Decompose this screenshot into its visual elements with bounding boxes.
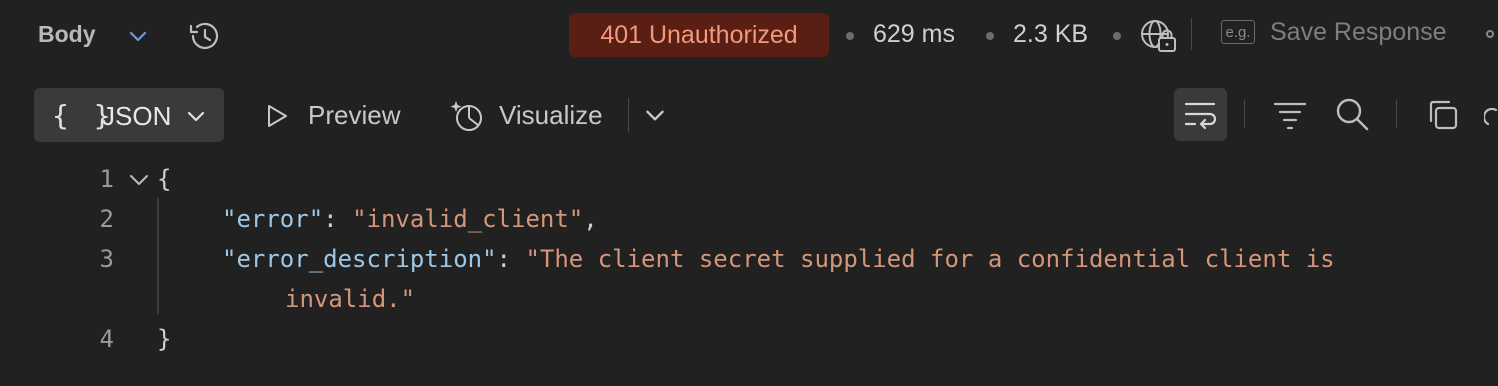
- response-size[interactable]: 2.3 KB: [1013, 20, 1088, 49]
- visualize-label: Visualize: [499, 100, 603, 130]
- line-number: 1: [99, 165, 114, 193]
- visualize-icon: [450, 101, 482, 131]
- json-key: "error": [222, 205, 324, 233]
- history-icon[interactable]: [185, 18, 223, 54]
- globe-lock-icon[interactable]: [1138, 17, 1178, 55]
- response-body-editor[interactable]: 1 { 2 "error": "invalid_client", 3 "erro…: [0, 160, 1498, 386]
- chevron-down-icon[interactable]: [126, 24, 150, 48]
- open-brace: {: [157, 165, 172, 193]
- close-brace: }: [157, 325, 172, 353]
- separator-dot: [986, 32, 994, 40]
- colon: :: [323, 205, 338, 233]
- chevron-down-icon[interactable]: [642, 102, 668, 128]
- divider: [1191, 18, 1192, 50]
- wrap-lines-icon: [1184, 102, 1217, 130]
- format-selector-button[interactable]: { } JSON: [34, 88, 224, 142]
- json-key: "error_description": [222, 245, 497, 273]
- json-value: "invalid_client": [352, 205, 584, 233]
- code-line: "error": "invalid_client",: [222, 205, 598, 233]
- body-tab-label[interactable]: Body: [38, 21, 96, 48]
- line-number: 2: [99, 205, 114, 233]
- status-badge[interactable]: 401 Unauthorized: [569, 13, 829, 57]
- filter-icon[interactable]: [1273, 100, 1307, 130]
- play-icon: [268, 105, 287, 127]
- response-time[interactable]: 629 ms: [873, 20, 955, 49]
- response-meta-bar: Body 401 Unauthorized 629 ms 2.3 KB e.g.…: [0, 0, 1498, 70]
- example-icon: e.g.: [1221, 20, 1255, 44]
- chevron-down-icon: [187, 111, 205, 122]
- more-options-icon[interactable]: [1486, 30, 1494, 38]
- search-icon[interactable]: [1334, 96, 1370, 132]
- fold-chevron-icon[interactable]: [127, 168, 151, 192]
- separator-dot: [1113, 32, 1121, 40]
- json-value: "The client secret supplied for a confid…: [525, 245, 1335, 273]
- divider: [1244, 100, 1245, 128]
- wrap-lines-button[interactable]: [1174, 88, 1227, 141]
- link-icon[interactable]: [1484, 104, 1498, 130]
- save-response-button[interactable]: Save Response: [1270, 18, 1447, 47]
- line-number: 3: [99, 245, 114, 273]
- format-toolbar: { } JSON Preview Visualize: [0, 86, 1498, 146]
- comma: ,: [583, 205, 598, 233]
- format-label: JSON: [102, 101, 172, 131]
- divider: [628, 98, 629, 132]
- copy-icon[interactable]: [1426, 98, 1460, 132]
- preview-button[interactable]: Preview: [262, 88, 412, 142]
- colon: :: [496, 245, 511, 273]
- visualize-button[interactable]: Visualize: [450, 88, 620, 142]
- separator-dot: [846, 32, 854, 40]
- preview-label: Preview: [308, 100, 401, 130]
- code-line: "error_description": "The client secret …: [222, 245, 1335, 273]
- line-number: 4: [99, 325, 114, 353]
- json-value-continued: invalid.": [285, 285, 416, 313]
- divider: [1396, 100, 1397, 128]
